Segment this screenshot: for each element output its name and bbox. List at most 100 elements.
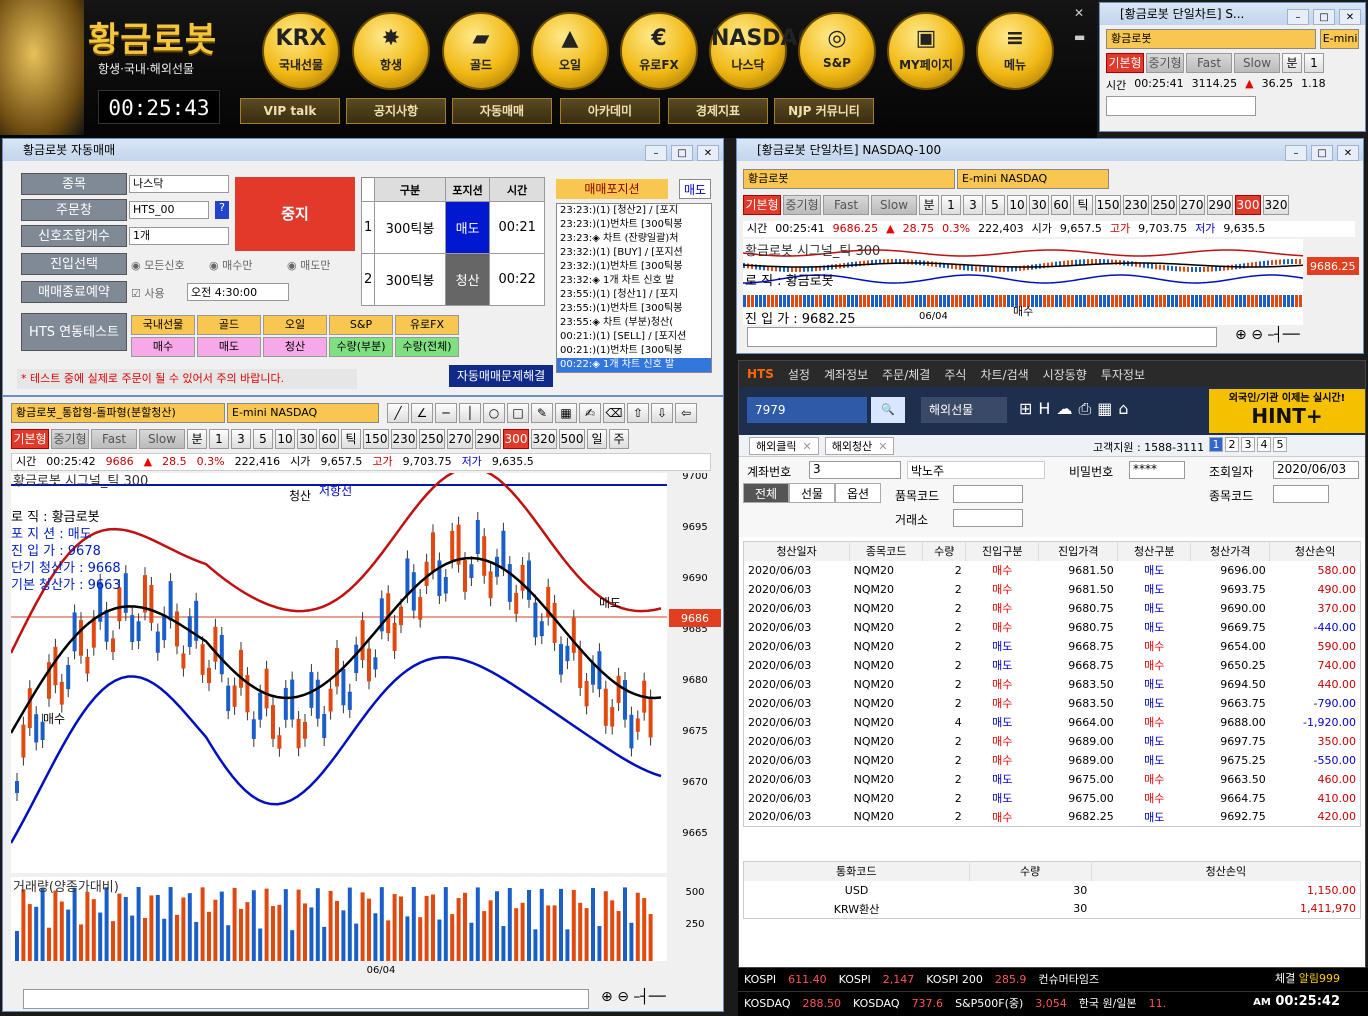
period-button-250[interactable]: 250 [419,429,445,449]
close-icon[interactable]: ✕ [1337,145,1359,161]
drawing-tool-icon-8[interactable]: ✍ [579,403,601,423]
period-button-기본형[interactable]: 기본형 [743,195,781,215]
table-row[interactable]: 2020/06/03 NQM20 2 매수 9680.75 매도 9669.75 -440.0… [744,618,1361,637]
minimize-icon[interactable]: – [645,145,667,161]
period-button-250[interactable]: 250 [1151,195,1177,215]
sub-menu-button-4[interactable]: 경제지표 [668,98,768,124]
period-button-Fast[interactable]: Fast [823,195,869,215]
page-button-3[interactable]: 3 [1241,437,1255,452]
minimize-icon[interactable]: – [1287,9,1309,25]
mini-scrollbar[interactable] [1106,96,1256,116]
sub-menu-button-5[interactable]: NJP 커뮤니티 [774,98,874,124]
position-row[interactable]: 2 300틱봉 청산 00:22 [360,253,545,306]
auto-trade-troubleshoot-button[interactable]: 자동매매문제해결 [449,365,553,387]
maximize-icon[interactable]: □ [671,145,693,161]
drawing-tool-icon-1[interactable]: ∠ [411,403,433,423]
account-select[interactable]: 3 [809,461,901,479]
hts-menu-item-0[interactable]: 설정 [788,366,810,383]
period-button-5[interactable]: 5 [985,195,1005,215]
sub-menu-button-0[interactable]: VIP talk [240,98,340,124]
sub-menu-button-2[interactable]: 자동매매 [452,98,552,124]
test-market-button-2[interactable]: 오일 [263,315,327,335]
drawing-tool-icon-9[interactable]: ⌫ [603,403,625,423]
entry-option-2[interactable]: ◉ 매도만 [287,257,330,273]
nasdaq-product-select[interactable]: E-mini NASDAQ [957,169,1109,189]
entry-option-1[interactable]: ◉ 매수만 [209,257,252,273]
zoom-out-icon[interactable]: ⊖ [617,989,629,1005]
menu-circle-1[interactable]: ✸ 항생 [352,12,430,90]
test-market-button-1[interactable]: 골드 [197,315,261,335]
settlement-col-3[interactable]: 진입구분 [965,541,1040,561]
period-button-290[interactable]: 290 [475,429,501,449]
drawing-tool-icon-2[interactable]: ─ [435,403,457,423]
password-input[interactable]: **** [1129,461,1185,479]
banner-close-icon[interactable]: ✕ [1074,6,1084,20]
period-button-320[interactable]: 320 [1263,195,1289,215]
period-button-Slow[interactable]: Slow [1234,53,1280,73]
table-row[interactable]: 2020/06/03 NQM20 2 매수 9681.50 매도 9693.75 490.00 [744,580,1361,599]
query-date-input[interactable]: 2020/06/03 [1273,461,1359,479]
ticker-fills[interactable]: 체결 알림999 [1275,970,1340,986]
drawing-tool-icon-7[interactable]: ▦ [555,403,577,423]
close-icon[interactable]: ✕ [1339,9,1361,25]
zoom-slider[interactable]: –┤── [1267,327,1299,343]
test-order-button-0[interactable]: 매수 [131,337,195,357]
table-row[interactable]: 2020/06/03 NQM20 2 매수 9680.75 매도 9690.00 370.00 [744,599,1361,618]
maximize-icon[interactable]: □ [1313,9,1335,25]
nasdaq-strategy-select[interactable]: 황금로봇 [743,169,955,189]
settlement-col-5[interactable]: 청산구분 [1117,541,1192,561]
period-button-틱[interactable]: 틱 [341,429,361,449]
mini-strategy-select[interactable]: 황금로봇 [1106,29,1316,49]
screen-code-input[interactable]: 7979 [747,397,867,423]
menu-circle-7[interactable]: ▣ MY페이지 [887,12,965,90]
close-icon[interactable]: ✕ [697,145,719,161]
settlement-col-7[interactable]: 청산손익 [1269,541,1361,561]
filter-tab-1[interactable]: 선물 [789,483,835,503]
mini-product-select[interactable]: E-mini [1319,29,1359,49]
table-row[interactable]: 2020/06/03 NQM20 2 매수 9689.00 매도 9697.75 350.00 [744,732,1361,751]
period-button-Fast[interactable]: Fast [91,429,137,449]
period-button-주[interactable]: 주 [609,429,629,449]
period-button-분[interactable]: 분 [919,195,939,215]
menu-circle-5[interactable]: NASDAQ 나스닥 [709,12,816,90]
close-icon[interactable]: ✕ [802,440,811,453]
period-button-300[interactable]: 300 [503,429,529,449]
filter-tab-0[interactable]: 전체 [743,483,789,503]
period-button-중기형[interactable]: 중기형 [51,429,89,449]
minimize-icon[interactable]: – [1285,145,1307,161]
toolbar-icons[interactable]: ⊞H☁⎙▦⌂ [1019,399,1135,419]
table-row[interactable]: 2020/06/03 NQM20 2 매수 9683.50 매도 9694.50 440.00 [744,675,1361,694]
settlement-col-1[interactable]: 종목코드 [849,541,924,561]
period-button-일[interactable]: 일 [587,429,607,449]
period-button-60[interactable]: 60 [1051,195,1071,215]
end-time-input[interactable]: 오전 4:30:00 [187,283,289,301]
drawing-tool-icon-12[interactable]: ⇦ [675,403,697,423]
hts-menu-item-6[interactable]: 투자정보 [1101,366,1145,383]
sub-menu-button-1[interactable]: 공지사항 [346,98,446,124]
main-strategy-select[interactable]: 황금로봇_통합형-돌파형(분할청산) [11,403,225,423]
period-button-기본형[interactable]: 기본형 [1106,53,1144,73]
period-button-분[interactable]: 분 [187,429,207,449]
hts-tab-0[interactable]: 해외클릭 ✕ [749,437,819,455]
period-button-290[interactable]: 290 [1207,195,1233,215]
drawing-tool-icon-10[interactable]: ⇧ [627,403,649,423]
test-market-button-0[interactable]: 국내선물 [131,315,195,335]
test-market-button-3[interactable]: S&P [329,315,393,335]
period-button-230[interactable]: 230 [1123,195,1149,215]
page-button-5[interactable]: 5 [1273,437,1287,452]
test-order-button-1[interactable]: 매도 [197,337,261,357]
period-button-10[interactable]: 10 [1007,195,1027,215]
nasdaq-scrollbar[interactable] [747,327,1217,347]
drawing-tool-icon-5[interactable]: □ [507,403,529,423]
menu-circle-8[interactable]: ≡ 메뉴 [976,12,1054,90]
period-button-150[interactable]: 150 [1095,195,1121,215]
drawing-tool-icon-11[interactable]: ⇩ [651,403,673,423]
position-row[interactable]: 1 300틱봉 매도 00:21 [360,201,545,254]
period-button-Fast[interactable]: Fast [1186,53,1232,73]
table-row[interactable]: 2020/06/03 NQM20 2 매수 9683.50 매도 9663.75 -790.0… [744,694,1361,713]
nasdaq-candle-chart[interactable]: 황금로봇 시그널_틱 300 로 직 : 황금로봇진 입 가 : 9682.25 0… [743,239,1359,325]
hint-ad-banner[interactable]: 외국인/기관 이제는 실시간! HINT+ [1209,389,1365,433]
hts-menu-item-1[interactable]: 계좌정보 [824,366,868,383]
period-button-Slow[interactable]: Slow [139,429,185,449]
menu-circle-4[interactable]: € 유로FX [620,12,698,90]
